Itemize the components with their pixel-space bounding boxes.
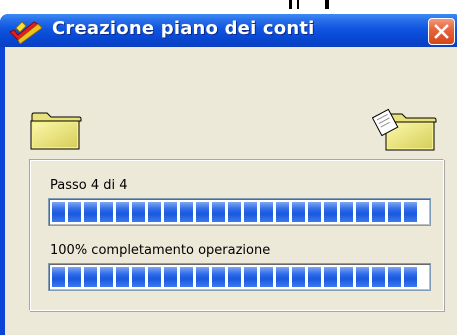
- window-title: Creazione piano dei conti: [52, 18, 315, 39]
- progress-segment: [292, 202, 305, 222]
- progress-segment: [388, 267, 401, 287]
- folder-with-page-icon: [372, 108, 437, 151]
- background-mark: [325, 0, 329, 9]
- folder-icon: [30, 112, 82, 150]
- progress-segment: [116, 267, 129, 287]
- progress-segment: [228, 267, 241, 287]
- progress-segment: [148, 267, 161, 287]
- operation-label: 100% completamento operazione: [50, 243, 271, 258]
- progress-segment: [68, 267, 81, 287]
- progress-segment: [404, 202, 417, 222]
- progress-segment: [196, 202, 209, 222]
- progress-segment: [164, 202, 177, 222]
- progress-segment: [324, 202, 337, 222]
- progress-segment: [324, 267, 337, 287]
- progress-segment: [132, 202, 145, 222]
- background-mark: [289, 0, 292, 9]
- progress-segment: [84, 267, 97, 287]
- operation-progress-fill: [52, 267, 417, 287]
- progress-segment: [132, 267, 145, 287]
- progress-segment: [308, 267, 321, 287]
- progress-segment: [340, 202, 353, 222]
- progress-segment: [228, 202, 241, 222]
- background-mark: [297, 0, 299, 9]
- step-progress-fill: [52, 202, 417, 222]
- progress-segment: [276, 202, 289, 222]
- progress-segment: [148, 202, 161, 222]
- progress-segment: [100, 267, 113, 287]
- step-label: Passo 4 di 4: [50, 178, 128, 193]
- progress-segment: [52, 267, 65, 287]
- progress-segment: [244, 202, 257, 222]
- operation-progress-bar: [48, 263, 431, 291]
- progress-segment: [356, 202, 369, 222]
- step-progress-bar: [48, 198, 431, 226]
- dialog-window: Creazione piano dei conti Passo 4 di 4 1…: [0, 14, 457, 335]
- progress-segment: [340, 267, 353, 287]
- progress-segment: [180, 202, 193, 222]
- progress-segment: [276, 267, 289, 287]
- progress-segment: [116, 202, 129, 222]
- screen: Creazione piano dei conti Passo 4 di 4 1…: [0, 0, 457, 335]
- dialog-body: Passo 4 di 4 100% completamento operazio…: [5, 47, 457, 335]
- progress-segment: [212, 202, 225, 222]
- progress-segment: [260, 202, 273, 222]
- progress-segment: [404, 267, 417, 287]
- progress-segment: [260, 267, 273, 287]
- progress-segment: [244, 267, 257, 287]
- progress-segment: [356, 267, 369, 287]
- progress-segment: [68, 202, 81, 222]
- progress-segment: [212, 267, 225, 287]
- close-button[interactable]: [428, 18, 455, 45]
- progress-segment: [196, 267, 209, 287]
- progress-segment: [180, 267, 193, 287]
- progress-segment: [100, 202, 113, 222]
- progress-segment: [84, 202, 97, 222]
- title-bar[interactable]: Creazione piano dei conti: [0, 14, 457, 47]
- progress-segment: [292, 267, 305, 287]
- close-x-icon: [434, 24, 449, 39]
- progress-segment: [52, 202, 65, 222]
- progress-segment: [388, 202, 401, 222]
- progress-segment: [372, 202, 385, 222]
- progress-group: Passo 4 di 4 100% completamento operazio…: [29, 159, 444, 311]
- progress-segment: [164, 267, 177, 287]
- progress-segment: [308, 202, 321, 222]
- progress-segment: [372, 267, 385, 287]
- app-check-icon: [9, 21, 43, 44]
